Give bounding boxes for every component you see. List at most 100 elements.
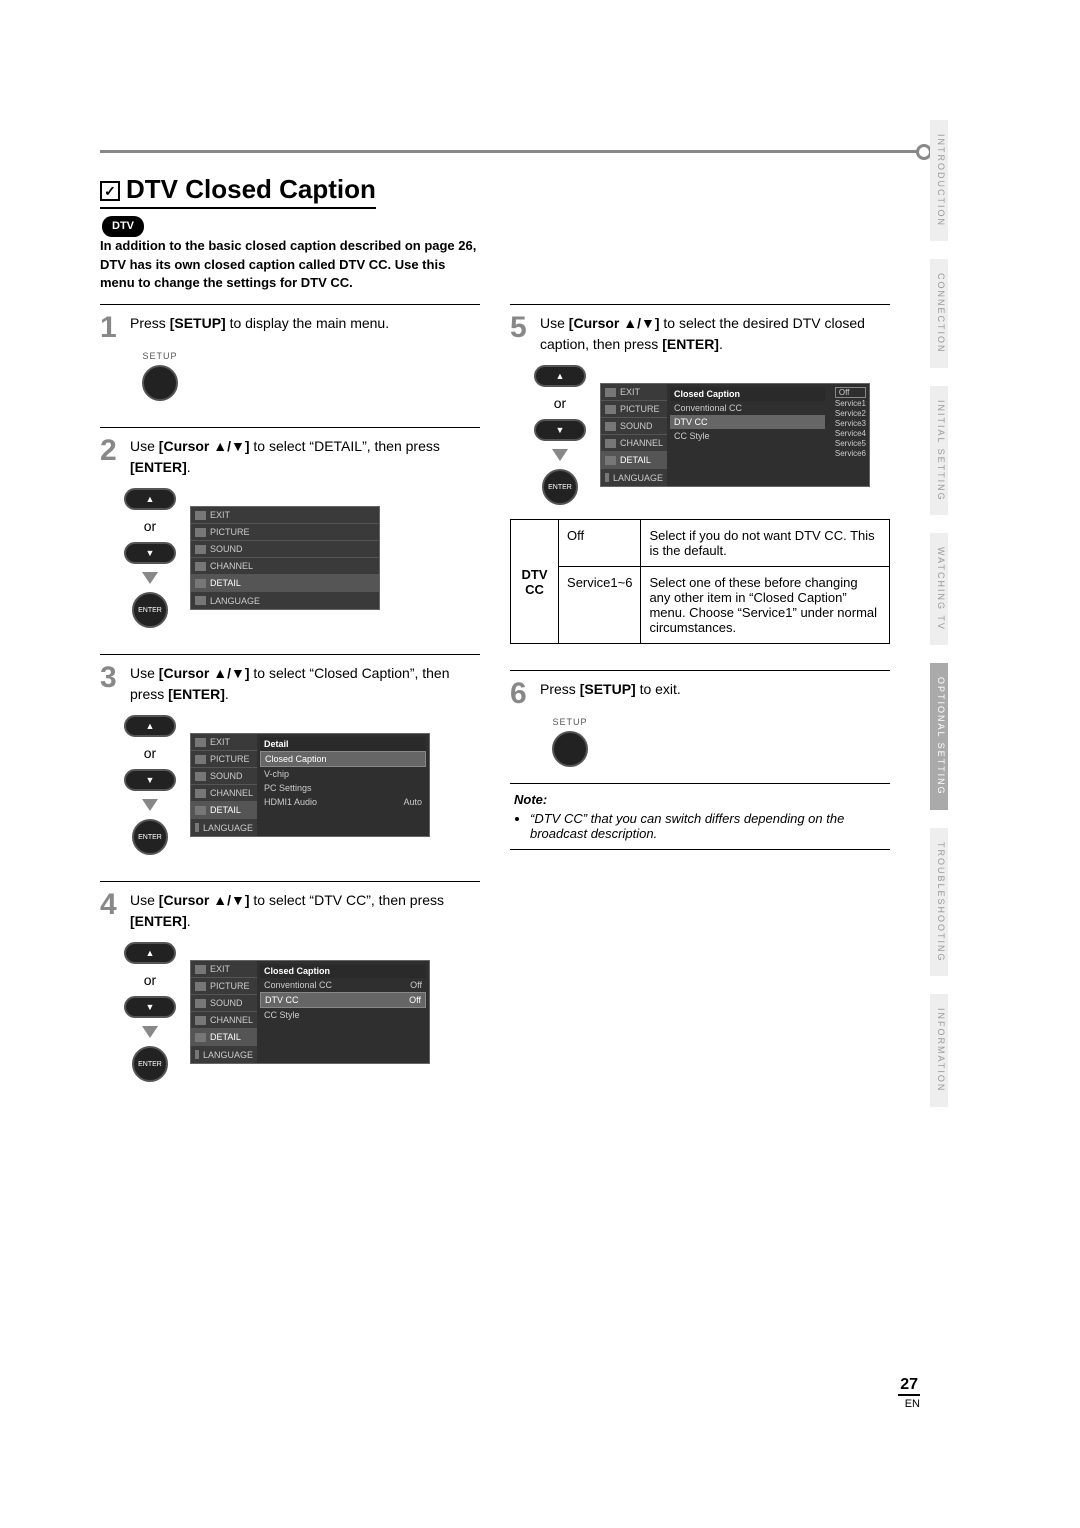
step-2-text: Use [Cursor ▲/▼] to select “DETAIL”, the… bbox=[130, 436, 480, 478]
osd-menu-step5: EXIT PICTURE SOUND CHANNEL DETAIL LANGUA… bbox=[600, 383, 870, 487]
remote-cursor-buttons: ▲ or ▼ ENTER bbox=[534, 365, 586, 505]
step-1-text: Press [SETUP] to display the main menu. bbox=[130, 313, 389, 334]
sound-icon bbox=[195, 772, 206, 781]
osd3-vchip: V-chip bbox=[260, 767, 426, 781]
osd4-conventional-cc: Conventional CCOff bbox=[260, 978, 426, 992]
exit-icon bbox=[195, 511, 206, 520]
step-3-text: Use [Cursor ▲/▼] to select “Closed Capti… bbox=[130, 663, 480, 705]
setup-button-icon bbox=[142, 365, 178, 401]
page-title: ✓ DTV Closed Caption bbox=[100, 174, 376, 209]
detail-icon bbox=[195, 579, 206, 588]
language-icon bbox=[195, 596, 206, 605]
osd5-cc-style: CC Style bbox=[670, 429, 825, 443]
osd5-opt-off: Off bbox=[835, 387, 866, 398]
channel-icon bbox=[605, 439, 616, 448]
cursor-up-button: ▲ bbox=[124, 488, 176, 510]
osd3-title: Detail bbox=[260, 737, 426, 751]
osd4-dtv-cc: DTV CCOff bbox=[260, 992, 426, 1008]
page-lang: EN bbox=[898, 1398, 920, 1410]
step-2-number: 2 bbox=[100, 436, 122, 466]
osd5-opt-s5: Service5 bbox=[835, 439, 866, 448]
exit-icon bbox=[195, 965, 206, 974]
osd5-opt-s4: Service4 bbox=[835, 429, 866, 438]
setup-label: SETUP bbox=[142, 351, 177, 361]
note-item: “DTV CC” that you can switch differs dep… bbox=[530, 811, 886, 841]
step-3: 3 Use [Cursor ▲/▼] to select “Closed Cap… bbox=[100, 654, 480, 873]
cursor-up-button: ▲ bbox=[124, 715, 176, 737]
step-5-number: 5 bbox=[510, 313, 532, 343]
language-icon bbox=[195, 823, 199, 832]
osd5-opt-s2: Service2 bbox=[835, 409, 866, 418]
tab-introduction[interactable]: INTRODUCTION bbox=[930, 120, 948, 241]
left-column: 1 Press [SETUP] to display the main menu… bbox=[100, 296, 480, 1100]
osd5-options: Off Service1 Service2 Service3 Service4 … bbox=[829, 387, 866, 483]
tab-initial-setting[interactable]: INITIAL SETTING bbox=[930, 386, 948, 516]
setup-button-icon bbox=[552, 731, 588, 767]
tab-optional-setting[interactable]: OPTIONAL SETTING bbox=[930, 663, 948, 810]
step-6-number: 6 bbox=[510, 679, 532, 709]
step-5: 5 Use [Cursor ▲/▼] to select the desired… bbox=[510, 304, 890, 662]
remote-cursor-buttons: ▲ or ▼ ENTER bbox=[124, 942, 176, 1082]
or-label: or bbox=[554, 395, 566, 411]
step-6: 6 Press [SETUP] to exit. SETUP Note: “DT… bbox=[510, 670, 890, 868]
osd-menu-step3: EXIT PICTURE SOUND CHANNEL DETAIL LANGUA… bbox=[190, 733, 430, 837]
cursor-up-button: ▲ bbox=[124, 942, 176, 964]
flow-arrow-icon bbox=[142, 1026, 158, 1038]
detail-icon bbox=[605, 456, 616, 465]
tab-troubleshooting[interactable]: TROUBLESHOOTING bbox=[930, 828, 948, 977]
osd5-dtv-cc: DTV CC bbox=[670, 415, 825, 429]
setup-label: SETUP bbox=[552, 717, 587, 727]
channel-icon bbox=[195, 562, 206, 571]
osd4-cc-style: CC Style bbox=[260, 1008, 426, 1022]
table-service-desc: Select one of these before changing any … bbox=[641, 567, 890, 644]
section-tabs: INTRODUCTION CONNECTION INITIAL SETTING … bbox=[930, 120, 948, 1107]
remote-setup-button: SETUP bbox=[540, 717, 600, 767]
enter-button: ENTER bbox=[132, 592, 168, 628]
osd3-closed-caption: Closed Caption bbox=[260, 751, 426, 767]
step-1: 1 Press [SETUP] to display the main menu… bbox=[100, 304, 480, 419]
picture-icon bbox=[605, 405, 616, 414]
flow-arrow-icon bbox=[142, 572, 158, 584]
remote-setup-button: SETUP bbox=[130, 351, 190, 401]
table-off-desc: Select if you do not want DTV CC. This i… bbox=[641, 520, 890, 567]
detail-icon bbox=[195, 806, 206, 815]
exit-icon bbox=[605, 388, 616, 397]
channel-icon bbox=[195, 789, 206, 798]
tab-connection[interactable]: CONNECTION bbox=[930, 259, 948, 368]
tab-information[interactable]: INFORMATION bbox=[930, 994, 948, 1106]
osd-menu-step4: EXIT PICTURE SOUND CHANNEL DETAIL LANGUA… bbox=[190, 960, 430, 1064]
dtvcc-options-table: DTV CC Off Select if you do not want DTV… bbox=[510, 519, 890, 644]
step-3-number: 3 bbox=[100, 663, 122, 693]
flow-arrow-icon bbox=[142, 799, 158, 811]
tab-watching-tv[interactable]: WATCHING TV bbox=[930, 533, 948, 645]
sound-icon bbox=[195, 999, 206, 1008]
step-4-number: 4 bbox=[100, 890, 122, 920]
step-2: 2 Use [Cursor ▲/▼] to select “DETAIL”, t… bbox=[100, 427, 480, 646]
or-label: or bbox=[144, 972, 156, 988]
enter-button: ENTER bbox=[132, 1046, 168, 1082]
picture-icon bbox=[195, 982, 206, 991]
checkbox-icon: ✓ bbox=[100, 181, 120, 201]
note-box: Note: “DTV CC” that you can switch diffe… bbox=[510, 783, 890, 850]
cursor-down-button: ▼ bbox=[124, 996, 176, 1018]
sound-icon bbox=[605, 422, 616, 431]
cursor-down-button: ▼ bbox=[124, 542, 176, 564]
note-heading: Note: bbox=[514, 792, 886, 807]
enter-button: ENTER bbox=[132, 819, 168, 855]
osd4-title: Closed Caption bbox=[260, 964, 426, 978]
sound-icon bbox=[195, 545, 206, 554]
title-text: DTV Closed Caption bbox=[126, 174, 376, 204]
cursor-down-button: ▼ bbox=[124, 769, 176, 791]
picture-icon bbox=[195, 755, 206, 764]
osd5-opt-s1: Service1 bbox=[835, 399, 866, 408]
channel-icon bbox=[195, 1016, 206, 1025]
step-4-text: Use [Cursor ▲/▼] to select “DTV CC”, the… bbox=[130, 890, 480, 932]
step-5-text: Use [Cursor ▲/▼] to select the desired D… bbox=[540, 313, 890, 355]
osd3-hdmi-audio: HDMI1 AudioAuto bbox=[260, 795, 426, 809]
cursor-down-button: ▼ bbox=[534, 419, 586, 441]
osd-menu-step2: EXIT PICTURE SOUND CHANNEL DETAIL LANGUA… bbox=[190, 506, 380, 610]
table-service-key: Service1~6 bbox=[559, 567, 641, 644]
remote-cursor-buttons: ▲ or ▼ ENTER bbox=[124, 715, 176, 855]
or-label: or bbox=[144, 518, 156, 534]
language-icon bbox=[605, 473, 609, 482]
